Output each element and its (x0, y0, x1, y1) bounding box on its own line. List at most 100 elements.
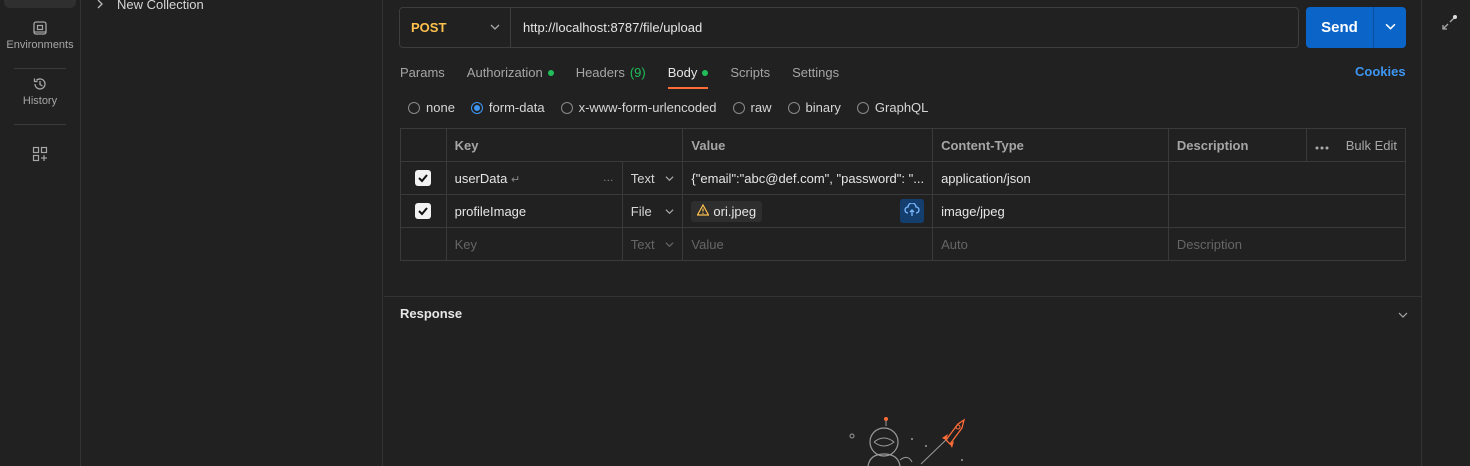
chevron-down-icon (490, 20, 500, 35)
nav-item-label: Environments (6, 39, 74, 51)
environments-icon (0, 20, 80, 36)
radio-x-www-form-urlencoded[interactable]: x-www-form-urlencoded (560, 100, 717, 115)
cookies-link[interactable]: Cookies (1355, 64, 1406, 79)
tab-label: Body (667, 65, 698, 80)
content-type-cell[interactable]: application/json (932, 161, 1169, 195)
description-cell[interactable] (1167, 161, 1407, 195)
radio-circle (470, 101, 483, 114)
key-cell[interactable]: userData ↵ … (445, 161, 623, 195)
value-cell[interactable]: ori.jpeg (682, 194, 934, 228)
request-tabs: Params Authorization Headers (9) Body Scr… (400, 64, 839, 89)
radio-none[interactable]: none (408, 100, 455, 115)
description-cell[interactable] (1167, 194, 1407, 228)
column-header-content-type: Content-Type (932, 128, 1169, 162)
more-options-icon[interactable] (1315, 138, 1329, 153)
nav-top-item[interactable] (4, 0, 76, 8)
tab-body[interactable]: Body (667, 64, 709, 89)
radio-label: x-www-form-urlencoded (578, 100, 717, 115)
cloud-upload-icon (904, 201, 920, 220)
upload-file-button[interactable] (900, 199, 925, 223)
key-cell[interactable]: profileImage (445, 194, 623, 228)
nav-item-environments[interactable]: Environments (0, 20, 80, 51)
row-checkbox-cell (400, 194, 447, 228)
content-type-cell[interactable]: image/jpeg (932, 194, 1169, 228)
table-header-row: Key Value Content-Type Description Bulk … (400, 128, 1406, 162)
radio-label: binary (805, 100, 841, 115)
table-row: userData ↵ … Text {"email":"abc@def.com"… (400, 161, 1407, 195)
value-cell[interactable]: {"email":"abc@def.com", "password": "... (682, 161, 934, 195)
row-checkbox[interactable] (415, 170, 432, 186)
send-button-group: Send (1306, 7, 1406, 48)
column-header-description: Description (1167, 128, 1307, 162)
column-header-key: Key (445, 128, 684, 162)
radio-form-data[interactable]: form-data (470, 100, 545, 115)
method-label: POST (411, 20, 447, 35)
radio-circle (856, 101, 869, 114)
form-data-table: Key Value Content-Type Description Bulk … (400, 128, 1407, 261)
tree-item-collection[interactable]: New Collection (95, 0, 204, 12)
nav-item-add-widget[interactable] (0, 146, 80, 165)
header-checkbox-cell (400, 128, 447, 162)
tab-headers[interactable]: Headers (9) (576, 64, 646, 81)
chevron-down-icon (1385, 20, 1396, 35)
radio-raw[interactable]: raw (732, 100, 772, 115)
bulk-edit-cell: Bulk Edit (1306, 128, 1406, 162)
response-divider (384, 296, 1421, 297)
table-row: profileImage File ori.jpeg image/jpeg (400, 194, 1407, 228)
return-icon: ↵ (510, 173, 521, 186)
method-select[interactable]: POST (400, 8, 511, 47)
table-row-empty: Key Text Value Auto Description (400, 227, 1407, 261)
tab-scripts[interactable]: Scripts (730, 64, 770, 81)
tab-label: Settings (792, 65, 840, 80)
radio-circle (560, 101, 573, 114)
send-options-button[interactable] (1374, 7, 1406, 48)
chevron-down-icon (665, 171, 674, 186)
tab-authorization[interactable]: Authorization (467, 64, 554, 81)
nav-divider (14, 124, 66, 125)
add-widget-icon (0, 146, 80, 162)
collapse-icon[interactable] (1440, 14, 1458, 35)
tab-label: Authorization (466, 65, 543, 80)
row-checkbox-cell (400, 227, 447, 261)
type-select[interactable]: Text (621, 227, 684, 261)
value-input[interactable]: Value (682, 227, 934, 261)
type-label: Text (630, 170, 655, 186)
row-checkbox-cell (400, 161, 447, 195)
tab-settings[interactable]: Settings (792, 64, 839, 81)
file-chip[interactable]: ori.jpeg (691, 200, 763, 222)
collections-panel: New Collection (81, 0, 383, 466)
type-label: Text (630, 236, 655, 252)
left-nav-rail: Environments History (0, 0, 81, 466)
radio-label: GraphQL (874, 100, 929, 115)
chevron-down-icon (665, 237, 674, 252)
nav-item-history[interactable]: History (0, 76, 80, 107)
file-name: ori.jpeg (713, 203, 757, 219)
description-input[interactable]: Description (1167, 227, 1407, 261)
radio-circle (732, 101, 745, 114)
chevron-right-icon[interactable] (95, 0, 105, 12)
row-checkbox[interactable] (415, 203, 432, 219)
body-type-radios: none form-data x-www-form-urlencoded raw… (408, 100, 928, 115)
type-select[interactable]: Text (621, 161, 684, 195)
radio-label: none (426, 100, 455, 115)
warning-icon (696, 203, 710, 219)
url-input[interactable]: http://localhost:8787/file/upload (511, 20, 702, 35)
history-icon (0, 76, 80, 92)
bulk-edit-button[interactable]: Bulk Edit (1346, 138, 1397, 153)
radio-graphql[interactable]: GraphQL (856, 100, 929, 115)
tab-label: Params (400, 65, 445, 80)
astronaut-rocket-illustration (846, 414, 976, 466)
tab-params[interactable]: Params (400, 64, 445, 81)
right-rail (1421, 0, 1470, 466)
key-input[interactable]: Key (445, 227, 623, 261)
type-select[interactable]: File (621, 194, 684, 228)
response-title[interactable]: Response (400, 306, 462, 321)
radio-binary[interactable]: binary (787, 100, 841, 115)
chevron-down-icon[interactable] (1398, 308, 1408, 323)
collection-name: New Collection (117, 0, 204, 12)
headers-count: (9) (629, 65, 646, 80)
content-type-input[interactable]: Auto (932, 227, 1169, 261)
tab-label: Headers (575, 65, 625, 80)
nav-item-label: History (22, 95, 58, 107)
send-button[interactable]: Send (1306, 7, 1374, 48)
